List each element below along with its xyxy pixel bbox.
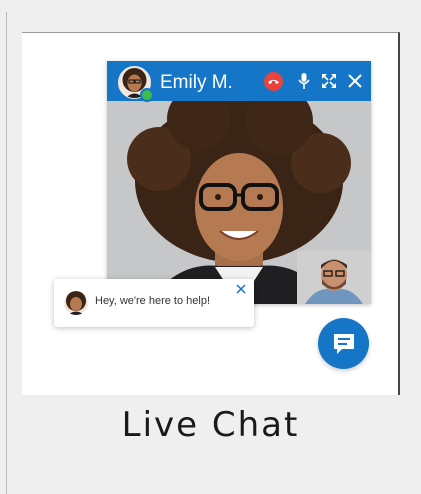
fullscreen-button[interactable] <box>319 70 339 92</box>
agent-avatar <box>64 291 88 315</box>
greeting-message: Hey, we're here to help! <box>95 295 211 307</box>
fullscreen-icon <box>322 74 336 88</box>
online-status-indicator <box>140 88 154 102</box>
microphone-icon <box>298 73 310 89</box>
hang-up-icon <box>268 79 279 85</box>
microphone-button[interactable] <box>294 70 314 92</box>
self-view-video <box>297 251 371 304</box>
caller-name: Emily M. <box>160 72 233 93</box>
chat-icon <box>333 333 354 354</box>
call-header: Emily M. <box>107 61 371 102</box>
video-call-window: Emily M. <box>107 61 371 304</box>
open-chat-button[interactable] <box>318 318 369 369</box>
feature-caption: Live Chat <box>121 405 300 445</box>
close-icon[interactable] <box>235 283 247 295</box>
chat-greeting-bubble[interactable]: Hey, we're here to help! <box>54 279 254 327</box>
hang-up-button[interactable] <box>264 72 283 91</box>
close-call-button[interactable] <box>345 70 365 92</box>
close-icon <box>348 74 362 88</box>
